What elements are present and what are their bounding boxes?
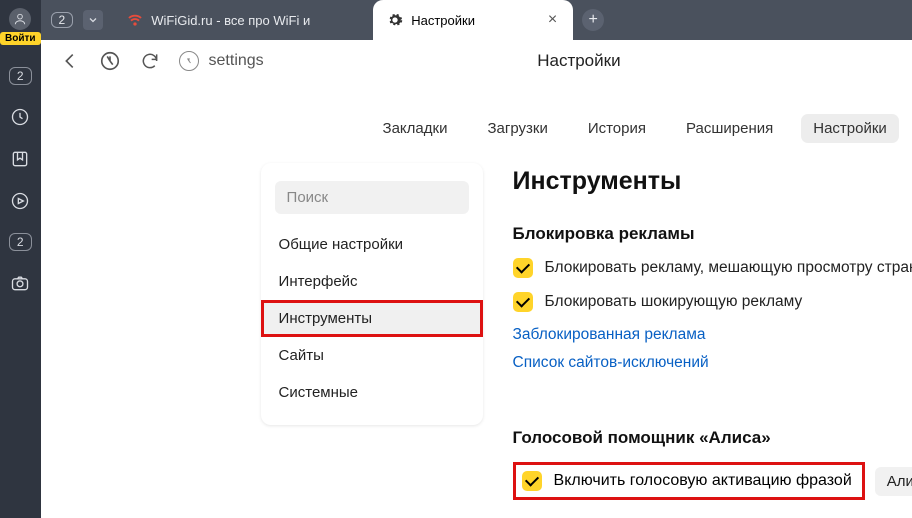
back-button[interactable] <box>59 50 81 72</box>
checkbox-checked-icon[interactable] <box>522 471 542 491</box>
alisa-section-heading: Голосовой помощник «Алиса» <box>513 428 912 448</box>
site-favicon-icon <box>179 51 199 71</box>
ads-block-shocking-row[interactable]: Блокировать шокирующую рекламу <box>513 292 912 312</box>
alisa-activation-row[interactable]: Включить голосовую активацию фразой <box>513 462 865 500</box>
settings-top-nav: Закладки Загрузки История Расширения Нас… <box>371 86 912 157</box>
sidebar-item-interface[interactable]: Интерфейс <box>261 263 483 300</box>
panel-heading: Инструменты <box>513 167 912 196</box>
clock-icon[interactable] <box>10 107 30 127</box>
settings-search[interactable]: Поиск <box>275 181 469 214</box>
address-text: settings <box>209 52 264 70</box>
tab-wifigid[interactable]: WiFiGid.ru - все про WiFi и <box>113 0 373 40</box>
topnav-settings[interactable]: Настройки <box>801 114 899 143</box>
tab-title: WiFiGid.ru - все про WiFi и <box>151 13 359 28</box>
tab-title: Настройки <box>411 13 538 28</box>
ads-block-annoying-row[interactable]: Блокировать рекламу, мешающую просмотру … <box>513 258 912 278</box>
avatar-icon <box>9 8 31 30</box>
tabstrip-count[interactable]: 2 <box>51 12 74 28</box>
checkbox-checked-icon[interactable] <box>513 292 533 312</box>
camera-icon[interactable] <box>10 273 30 293</box>
alisa-activation-label: Включить голосовую активацию фразой <box>554 472 852 490</box>
page-title: Настройки <box>537 51 620 71</box>
tab-settings[interactable]: Настройки × <box>373 0 573 40</box>
exclusion-sites-link[interactable]: Список сайтов-исключений <box>513 354 709 372</box>
settings-panel: Инструменты Блокировка рекламы Блокирова… <box>513 163 912 500</box>
topnav-downloads[interactable]: Загрузки <box>475 114 559 143</box>
plus-icon: + <box>582 9 604 31</box>
yandex-logo-icon[interactable] <box>99 50 121 72</box>
ads-block-shocking-label: Блокировать шокирующую рекламу <box>545 293 803 311</box>
ads-block-annoying-label: Блокировать рекламу, мешающую просмотру … <box>545 259 912 277</box>
ads-section-heading: Блокировка рекламы <box>513 224 912 244</box>
topnav-extensions[interactable]: Расширения <box>674 114 785 143</box>
system-sidebar: Войти 2 2 <box>0 0 41 518</box>
blocked-ads-link[interactable]: Заблокированная реклама <box>513 326 706 344</box>
new-tab-button[interactable]: + <box>573 0 613 40</box>
topnav-history[interactable]: История <box>576 114 658 143</box>
reload-button[interactable] <box>139 50 161 72</box>
sidebar-item-general[interactable]: Общие настройки <box>261 226 483 263</box>
sidebar-item-sites[interactable]: Сайты <box>261 337 483 374</box>
gear-icon <box>387 12 403 28</box>
tabstrip-counter-group: 2 <box>41 0 114 40</box>
bookmark-panel-icon[interactable] <box>10 149 30 169</box>
address-bar[interactable]: settings <box>179 51 264 71</box>
sidebar-item-tools[interactable]: Инструменты <box>261 300 483 337</box>
profile-block[interactable]: Войти <box>0 8 41 45</box>
sidebar-count-2[interactable]: 2 <box>9 233 32 251</box>
topnav-bookmarks[interactable]: Закладки <box>371 114 460 143</box>
alisa-phrase-select[interactable]: Алиса ▾ <box>875 467 912 496</box>
settings-sidebar: Поиск Общие настройки Интерфейс Инструме… <box>261 163 483 425</box>
alisa-select-value: Алиса <box>887 473 912 490</box>
close-icon[interactable]: × <box>546 12 559 28</box>
toolbar: settings Настройки <box>41 40 912 86</box>
chevron-down-icon[interactable] <box>83 10 103 30</box>
tab-strip: 2 WiFiGid.ru - все про WiFi и Настройки … <box>41 0 912 40</box>
checkbox-checked-icon[interactable] <box>513 258 533 278</box>
play-circle-icon[interactable] <box>10 191 30 211</box>
sidebar-item-system[interactable]: Системные <box>261 374 483 411</box>
sidebar-tab-count[interactable]: 2 <box>9 67 32 85</box>
login-badge: Войти <box>0 32 41 45</box>
wifi-favicon-icon <box>127 12 143 28</box>
